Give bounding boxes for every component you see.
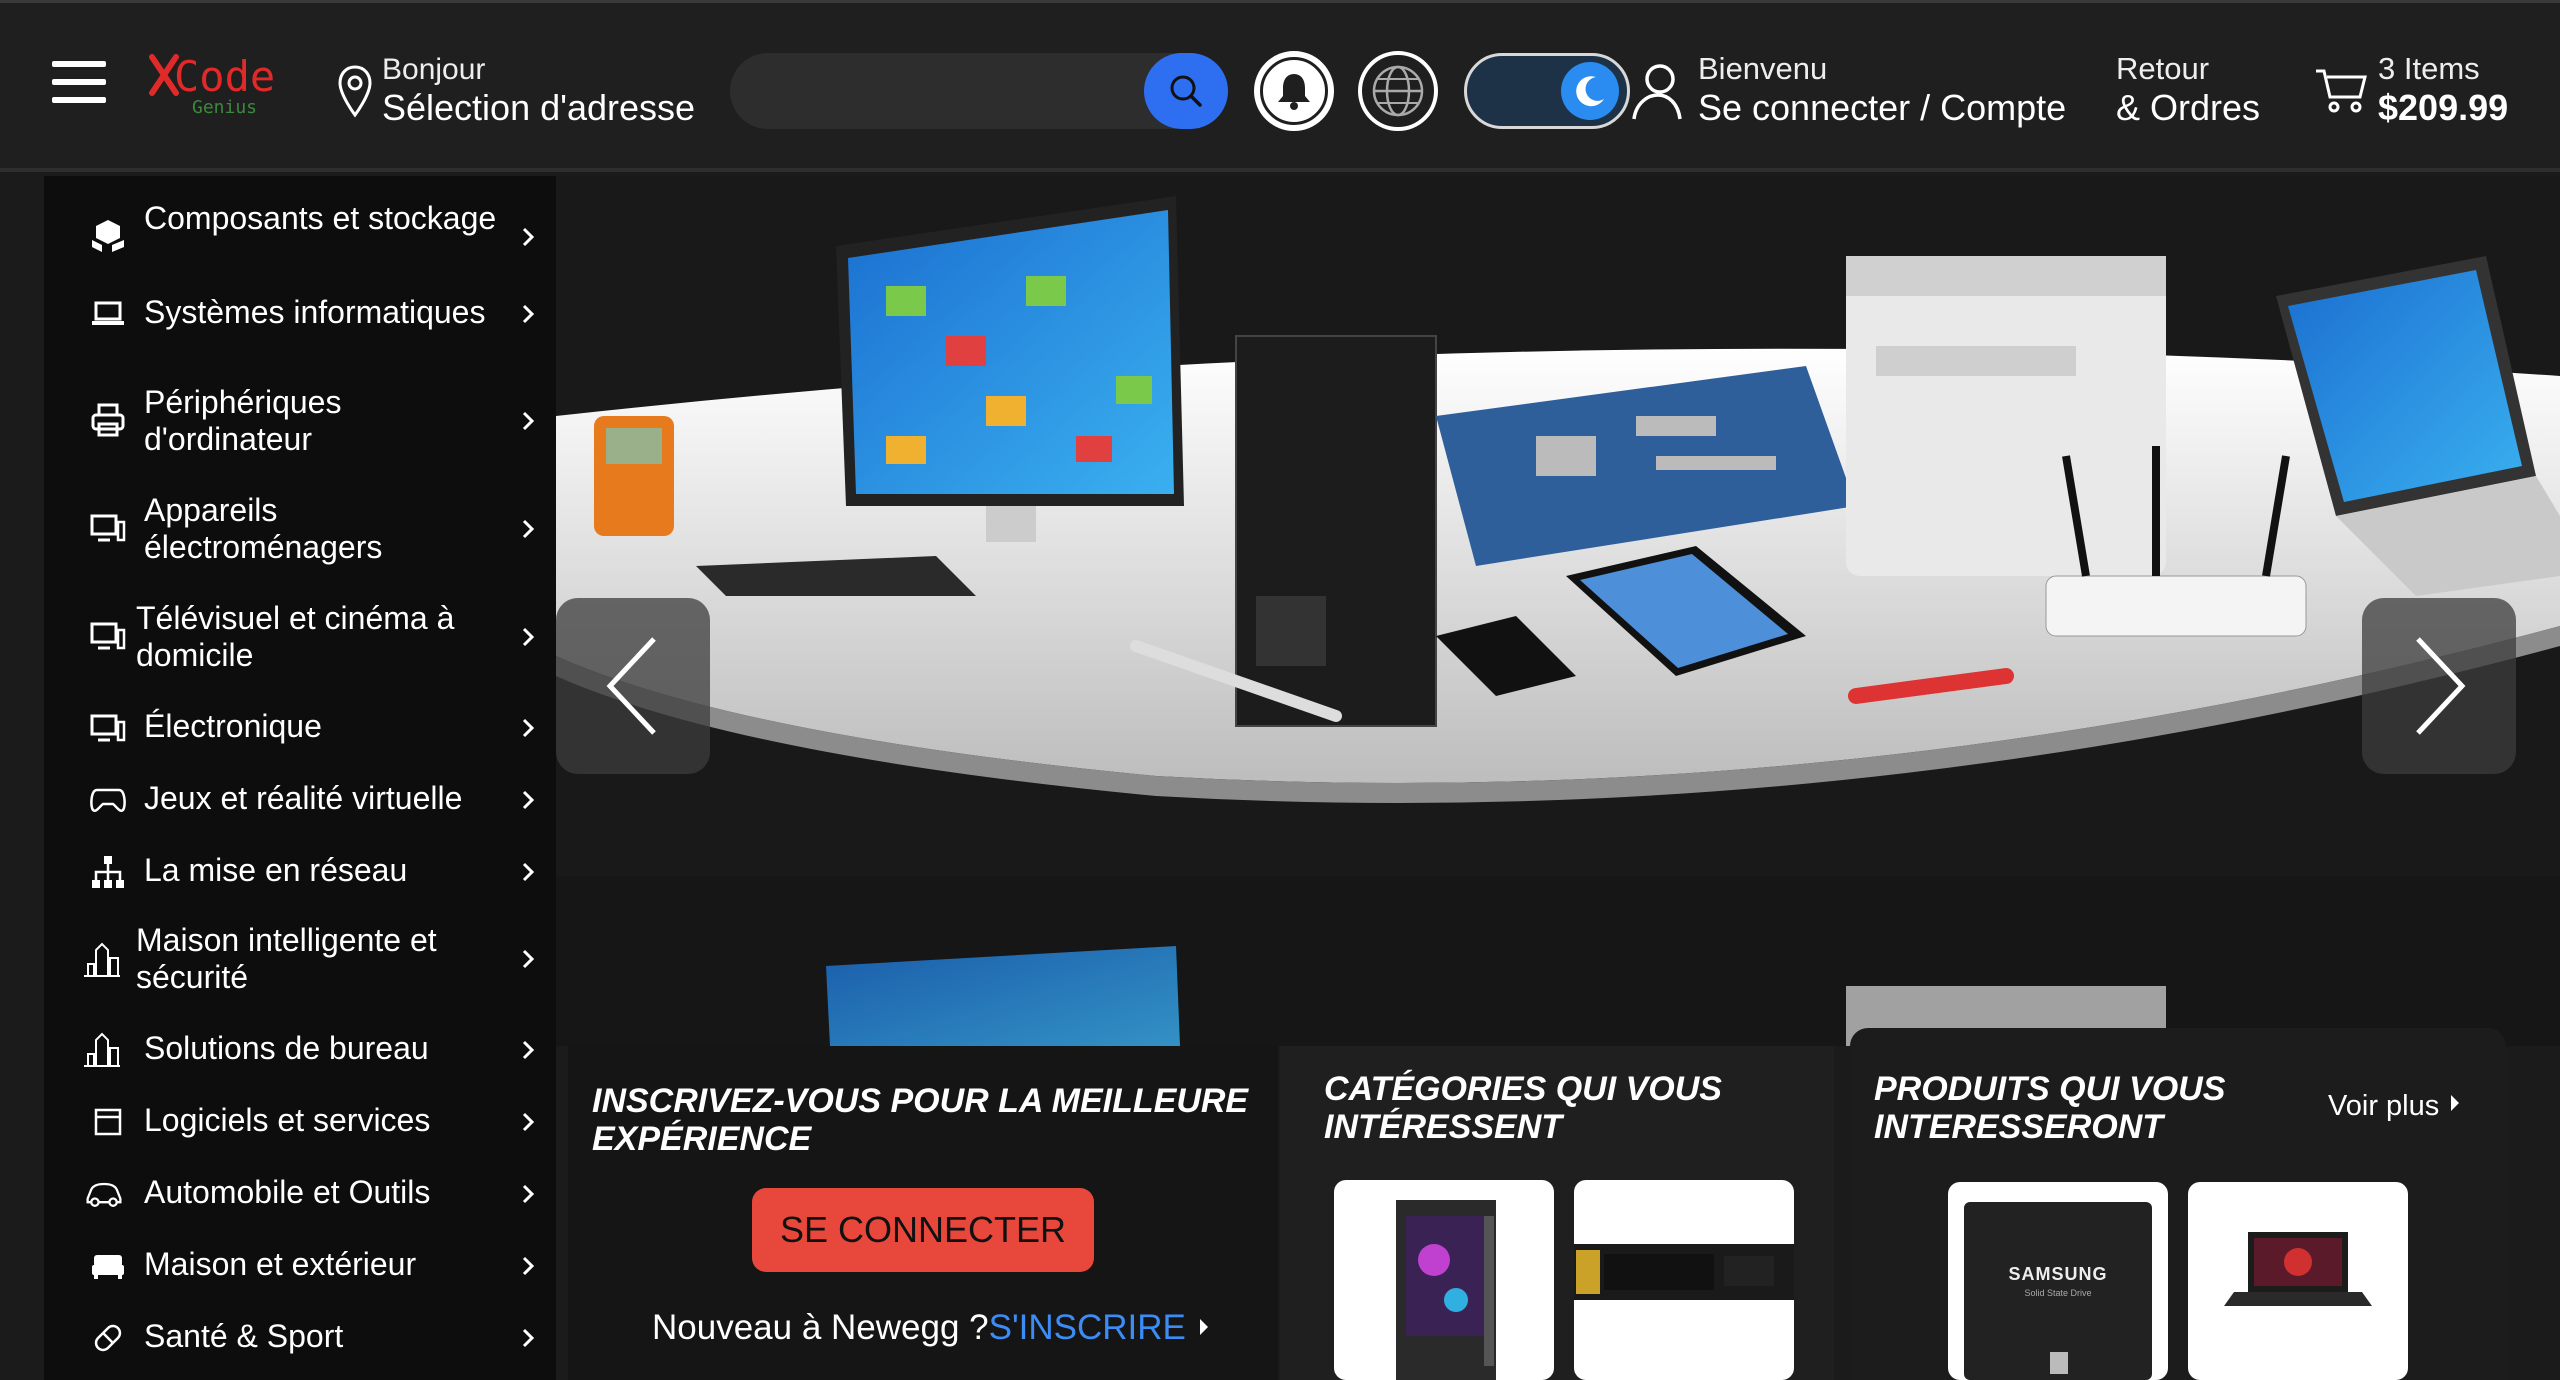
returns-label[interactable]: Retour — [2116, 51, 2209, 87]
sidebar-item-logiciels[interactable]: Logiciels et services — [44, 1102, 556, 1142]
city-icon — [82, 940, 122, 980]
software-icon — [88, 1102, 128, 1142]
categories-card: CATÉGORIES QUI VOUS INTÉRESSENT — [1280, 1046, 1834, 1380]
search-button[interactable] — [1144, 53, 1228, 129]
ssd-brand-label: SAMSUNG — [2008, 1264, 2108, 1284]
notifications-button[interactable] — [1254, 51, 1334, 131]
ssd-sub-label: Solid State Drive — [2024, 1288, 2092, 1298]
sidebar-item-maison-intelligente[interactable]: Maison intelligente et sécurité — [44, 922, 556, 996]
sidebar-item-bureau[interactable]: Solutions de bureau — [44, 1030, 556, 1070]
product-thumb-ssd[interactable]: SAMSUNG Solid State Drive — [1948, 1182, 2168, 1380]
category-sidebar: Composants et stockage Systèmes informat… — [44, 176, 556, 1380]
location-greeting: Bonjour — [382, 53, 486, 86]
chevron-right-icon — [518, 788, 538, 812]
account-greeting: Bienvenu — [1698, 51, 1828, 86]
office-icon — [82, 1030, 122, 1070]
chevron-right-icon — [2416, 637, 2466, 735]
logo[interactable]: Code Genius — [148, 51, 288, 121]
ssd-label-sticker — [2050, 1352, 2068, 1374]
moon-icon — [1576, 76, 1604, 107]
sidebar-item-televisuel[interactable]: Télévisuel et cinéma à domicile — [44, 600, 556, 674]
chevron-right-icon — [518, 860, 538, 884]
sidebar-item-systemes[interactable]: Systèmes informatiques — [44, 294, 556, 334]
chevron-left-icon — [606, 637, 656, 735]
laptop-image — [2224, 1232, 2372, 1306]
top-navigation-bar: Code Genius Bonjour Sélection d'adresse … — [0, 0, 2560, 172]
tv-icon — [88, 616, 128, 656]
location-pin-icon[interactable] — [336, 63, 374, 121]
sidebar-item-peripheriques[interactable]: Périphériques d'ordinateur — [44, 384, 556, 458]
category-thumb-pc-case[interactable] — [1334, 1180, 1554, 1380]
register-prompt: Nouveau à Newegg ?S'INSCRIRE — [652, 1308, 1212, 1348]
language-button[interactable] — [1358, 51, 1438, 131]
printer-icon — [88, 400, 128, 440]
hero-banner — [556, 176, 2560, 1046]
devices-icon — [88, 708, 128, 748]
appliance-icon — [88, 508, 128, 548]
carousel-prev-button[interactable] — [556, 598, 710, 774]
boxes-icon — [88, 216, 128, 256]
chevron-right-icon — [518, 1254, 538, 1278]
sidebar-item-appareils[interactable]: Appareils électroménagers — [44, 492, 556, 566]
see-more-label: Voir plus — [2328, 1090, 2440, 1122]
menu-icon[interactable] — [52, 61, 106, 107]
samsung-ssd-image: SAMSUNG Solid State Drive — [1964, 1202, 2152, 1380]
caret-right-icon — [1199, 1319, 1208, 1335]
products-card: PRODUITS QUI VOUS INTERESSERONT SAMSUNG … — [1850, 1028, 2506, 1380]
products-card-title: PRODUITS QUI VOUS INTERESSERONT — [1874, 1070, 2226, 1146]
chevron-right-icon — [518, 716, 538, 740]
chevron-right-icon — [518, 517, 538, 541]
user-icon[interactable] — [1628, 61, 1686, 123]
dark-mode-toggle[interactable] — [1464, 53, 1630, 129]
network-icon — [88, 852, 128, 892]
chevron-right-icon — [518, 1038, 538, 1062]
sidebar-item-automobile[interactable]: Automobile et Outils — [44, 1174, 556, 1214]
cart-total[interactable]: $209.99 — [2378, 87, 2508, 129]
sign-in-account-link[interactable]: Se connecter / Compte — [1698, 87, 2066, 129]
sidebar-item-reseau[interactable]: La mise en réseau — [44, 852, 556, 892]
cart-icon[interactable] — [2314, 63, 2368, 115]
svg-text:Genius: Genius — [192, 97, 257, 118]
chevron-right-icon — [518, 409, 538, 433]
address-selector[interactable]: Sélection d'adresse — [382, 87, 695, 129]
chevron-right-icon — [518, 1326, 538, 1350]
chevron-right-icon — [518, 1110, 538, 1134]
chevron-right-icon — [518, 1182, 538, 1206]
orders-link[interactable]: & Ordres — [2116, 87, 2260, 129]
sidebar-item-maison-exterieur[interactable]: Maison et extérieur — [44, 1246, 556, 1286]
search-icon — [1170, 75, 1202, 107]
pc-case-image — [1396, 1200, 1496, 1380]
register-link[interactable]: S'INSCRIRE — [989, 1308, 1186, 1347]
product-thumb-laptop[interactable] — [2188, 1182, 2408, 1380]
carousel-next-button[interactable] — [2362, 598, 2516, 774]
categories-card-title: CATÉGORIES QUI VOUS INTÉRESSENT — [1324, 1070, 1722, 1146]
nvme-ssd-image — [1574, 1244, 1794, 1300]
register-text: Nouveau à Newegg ? — [652, 1308, 989, 1347]
sidebar-item-electronique[interactable]: Électronique — [44, 708, 556, 748]
category-thumb-ssd[interactable] — [1574, 1180, 1794, 1380]
globe-icon — [1372, 65, 1424, 117]
chevron-right-icon — [518, 225, 538, 249]
svg-text:Code: Code — [174, 52, 275, 101]
couch-icon — [88, 1246, 128, 1286]
sidebar-item-jeux[interactable]: Jeux et réalité virtuelle — [44, 780, 556, 820]
bell-icon — [1278, 74, 1310, 110]
health-icon — [88, 1318, 128, 1358]
cart-item-count[interactable]: 3 Items — [2378, 51, 2480, 87]
chevron-right-icon — [518, 947, 538, 971]
sign-in-button[interactable]: SE CONNECTER — [752, 1188, 1094, 1272]
gamepad-icon — [88, 780, 128, 820]
laptop-icon — [88, 294, 128, 334]
car-icon — [84, 1174, 124, 1214]
chevron-right-icon — [518, 302, 538, 326]
signin-card-title: INSCRIVEZ-VOUS POUR LA MEILLEURE EXPÉRIE… — [592, 1082, 1249, 1158]
sidebar-item-composants[interactable]: Composants et stockage — [44, 200, 556, 274]
caret-right-icon — [2451, 1095, 2460, 1111]
see-more-link[interactable]: Voir plus — [2328, 1090, 2463, 1123]
sidebar-item-sante[interactable]: Santé & Sport — [44, 1318, 556, 1358]
chevron-right-icon — [518, 625, 538, 649]
